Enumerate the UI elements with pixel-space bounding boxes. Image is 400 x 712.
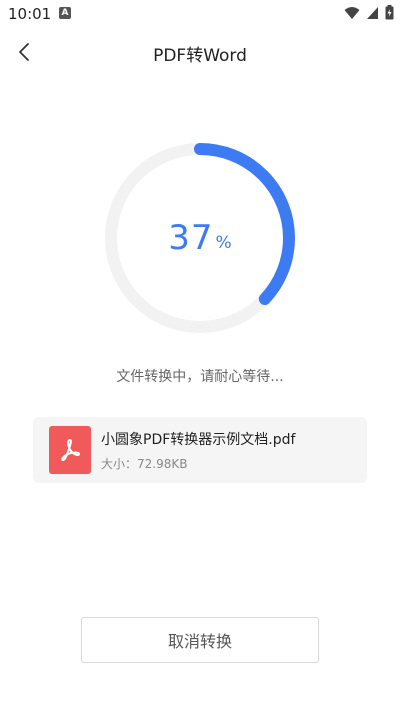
wifi-icon	[344, 6, 360, 19]
page-title: PDF转Word	[153, 46, 247, 66]
status-bar: 10:01 A	[0, 0, 400, 28]
status-icons	[344, 5, 394, 20]
conversion-screen: 10:01 A PDF转Word 37 % 文件转换中，请耐心等待... 小圆象…	[0, 0, 400, 712]
file-card: 小圆象PDF转换器示例文档.pdf 大小：72.98KB	[33, 417, 367, 483]
progress-ring: 37 %	[100, 138, 300, 338]
progress-value: 37	[168, 218, 214, 258]
progress-label: 37 %	[100, 138, 300, 338]
status-time: 10:01	[8, 5, 52, 23]
title-bar: PDF转Word	[0, 28, 400, 76]
signal-icon	[367, 6, 378, 19]
file-name: 小圆象PDF转换器示例文档.pdf	[101, 432, 296, 448]
progress-unit: %	[215, 233, 232, 253]
file-size: 大小：72.98KB	[101, 457, 188, 471]
a-icon: A	[59, 7, 71, 19]
conversion-status-text: 文件转换中，请耐心等待...	[116, 369, 284, 385]
cancel-conversion-button[interactable]: 取消转换	[81, 617, 319, 663]
pdf-icon	[49, 426, 91, 474]
battery-icon	[385, 5, 394, 20]
